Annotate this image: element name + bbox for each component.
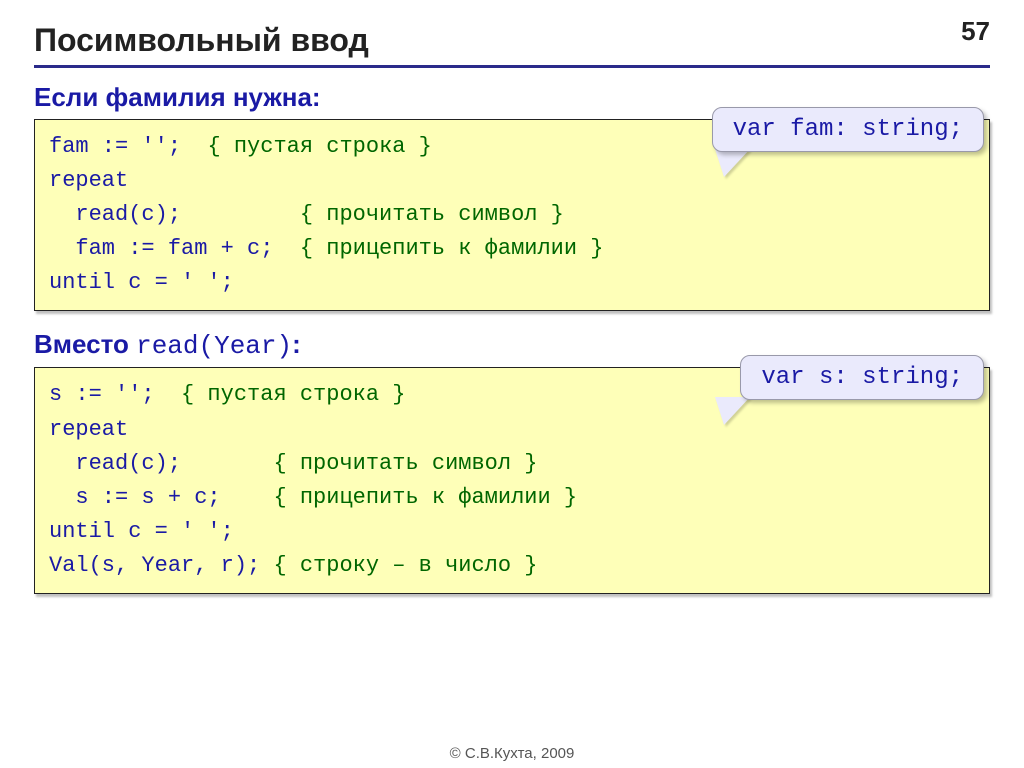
label-suffix: : — [292, 329, 301, 359]
label-code: read(Year) — [136, 331, 292, 361]
code-text: repeat — [49, 417, 128, 442]
footer-credit: © С.В.Кухта, 2009 — [0, 745, 1024, 762]
callout-tail-icon — [715, 149, 750, 177]
page-number: 57 — [961, 16, 990, 47]
code-comment: { прочитать символ } — [273, 451, 537, 476]
code-comment: { прочитать символ } — [300, 202, 564, 227]
code-comment: { строку – в число } — [273, 553, 537, 578]
section2-code: s := ''; { пустая строка } repeat read(c… — [34, 367, 990, 594]
slide: Посимвольный ввод 57 Если фамилия нужна:… — [0, 0, 1024, 768]
section2-callout: var s: string; — [740, 355, 984, 400]
code-comment: { пустая строка } — [207, 134, 431, 159]
code-text: repeat — [49, 168, 128, 193]
code-comment: { пустая строка } — [181, 382, 405, 407]
code-text: read(c); — [49, 202, 300, 227]
code-comment: { прицепить к фамилии } — [300, 236, 604, 261]
code-text: Val(s, Year, r); — [49, 553, 273, 578]
slide-header: Посимвольный ввод 57 — [34, 22, 990, 68]
code-text: until c = ' '; — [49, 270, 234, 295]
code-text: fam := fam + c; — [49, 236, 300, 261]
code-text: until c = ' '; — [49, 519, 234, 544]
code-text: read(c); — [49, 451, 273, 476]
code-text: s := ''; — [49, 382, 181, 407]
slide-title: Посимвольный ввод — [34, 22, 369, 59]
code-comment: { прицепить к фамилии } — [273, 485, 577, 510]
code-text: fam := ''; — [49, 134, 207, 159]
code-text: s := s + c; — [49, 485, 273, 510]
section1-callout: var fam: string; — [712, 107, 984, 152]
section2: s := ''; { пустая строка } repeat read(c… — [34, 367, 990, 594]
label-text: Вместо — [34, 329, 136, 359]
section1: fam := ''; { пустая строка } repeat read… — [34, 119, 990, 311]
callout-tail-icon — [715, 397, 750, 425]
